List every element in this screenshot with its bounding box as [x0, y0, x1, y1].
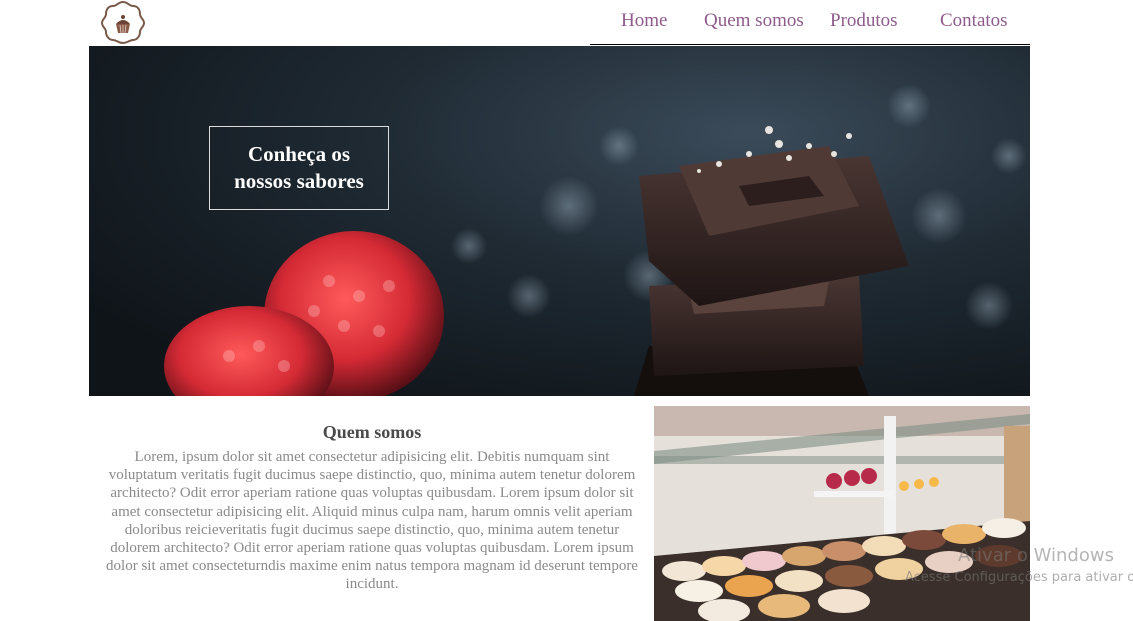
windows-activation-title: Ativar o Windows	[958, 545, 1114, 566]
about-title: Quem somos	[322, 422, 422, 442]
about-text: Lorem, ipsum dolor sit amet consectetur …	[106, 449, 638, 593]
nav-products[interactable]: Produtos	[830, 10, 898, 32]
nav-divider	[590, 44, 1030, 45]
hero-caption-line1: Conheça os	[247, 142, 351, 166]
hero-image	[164, 84, 1027, 396]
nav-home[interactable]: Home	[621, 10, 667, 32]
pastry-showcase-image	[654, 406, 1030, 621]
hero-caption-box: Conheça os nossos sabores	[209, 126, 389, 210]
nav-contacts[interactable]: Contatos	[940, 10, 1008, 32]
windows-activation-subtitle: Acesse Configurações para ativar o Windo…	[905, 570, 1133, 585]
hero-caption-line2: nossos sabores	[234, 169, 364, 193]
hero-banner: Conheça os nossos sabores	[89, 46, 1030, 396]
nav-about[interactable]: Quem somos	[704, 10, 804, 32]
cupcake-logo-icon[interactable]	[99, 0, 147, 44]
site-header: Home Quem somos Produtos Contatos	[0, 0, 1133, 46]
